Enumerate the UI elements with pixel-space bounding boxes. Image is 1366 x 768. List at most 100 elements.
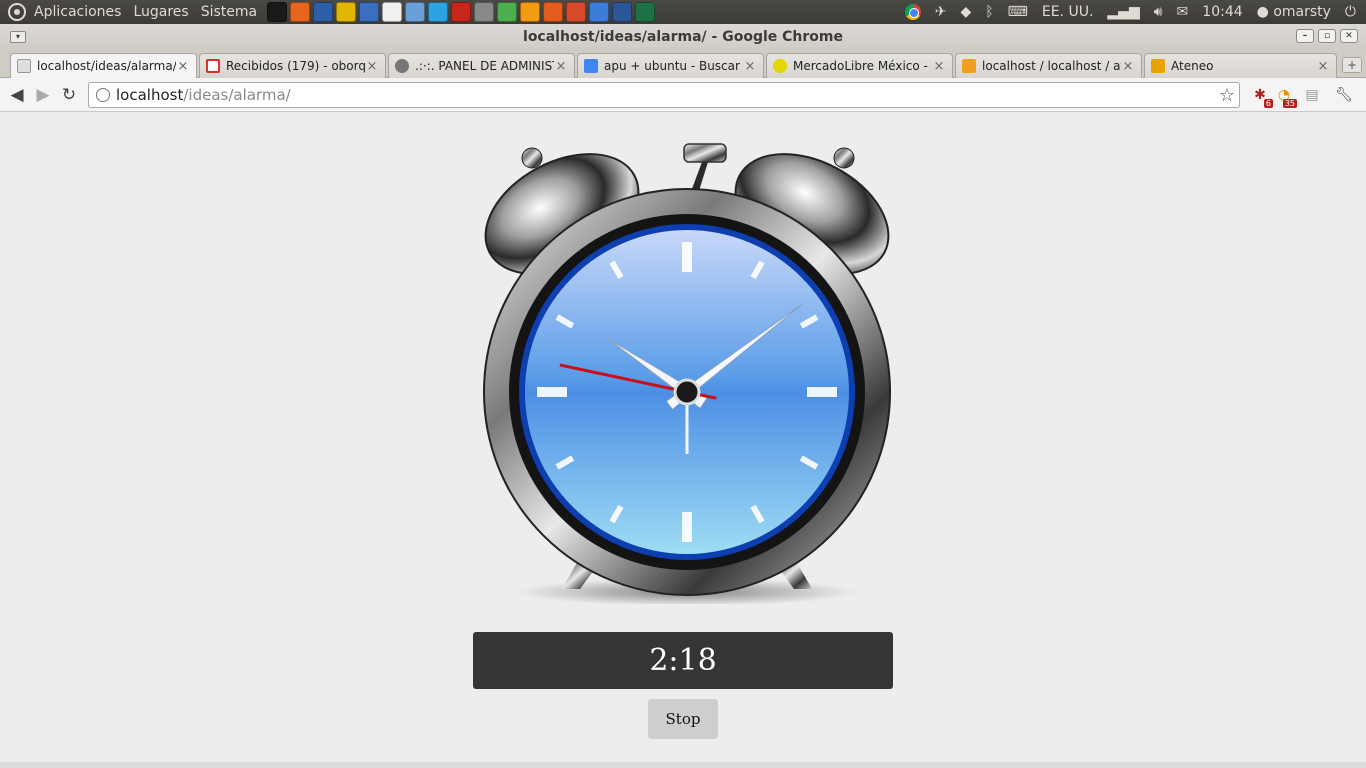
- close-icon[interactable]: ✕: [1340, 29, 1358, 43]
- minimize-icon[interactable]: –: [1296, 29, 1314, 43]
- tab-close-icon[interactable]: ×: [554, 59, 568, 74]
- launcher-app-icon[interactable]: [382, 2, 403, 22]
- clock-top-handle: [683, 143, 727, 194]
- launcher-app-icon[interactable]: [543, 2, 564, 22]
- google-icon: [584, 59, 598, 73]
- panel-icon: [395, 59, 409, 73]
- tab-panel[interactable]: .:·:. PANEL DE ADMINISTR ×: [388, 53, 575, 78]
- window-title: localhost/ideas/alarma/ - Google Chrome: [523, 29, 843, 45]
- chat-icon[interactable]: ▤: [1302, 85, 1322, 105]
- menu-sistema[interactable]: Sistema: [195, 0, 263, 24]
- back-icon[interactable]: ◀: [6, 84, 28, 106]
- tab-close-icon[interactable]: ×: [1316, 59, 1330, 74]
- bookmark-star-icon[interactable]: ☆: [1219, 85, 1235, 106]
- rss-badge: 35: [1282, 99, 1297, 108]
- launcher-app-icon[interactable]: [635, 2, 656, 22]
- launcher-app-icon[interactable]: [313, 2, 334, 22]
- launcher-app-icon[interactable]: [290, 2, 311, 22]
- tab-close-icon[interactable]: ×: [743, 59, 757, 74]
- launcher-app-icon[interactable]: [336, 2, 357, 22]
- new-tab-button[interactable]: +: [1342, 57, 1362, 73]
- globe-icon: [96, 88, 110, 102]
- clock-center-pin: [673, 378, 701, 406]
- maximize-icon[interactable]: ▫: [1318, 29, 1336, 43]
- launcher-app-icon[interactable]: [566, 2, 587, 22]
- stop-button[interactable]: Stop: [648, 699, 718, 739]
- tab-label: localhost/ideas/alarma/: [37, 59, 176, 73]
- rss-icon[interactable]: ◔ 35: [1274, 85, 1297, 108]
- tab-google[interactable]: apu + ubuntu - Buscar cor ×: [577, 53, 764, 78]
- tab-gmail[interactable]: Recibidos (179) - oborque ×: [199, 53, 386, 78]
- tab-strip: localhost/ideas/alarma/ × Recibidos (179…: [0, 50, 1366, 78]
- user-menu[interactable]: ● omarsty: [1257, 4, 1331, 20]
- pin-icon[interactable]: ✈: [935, 4, 947, 20]
- dropbox-icon[interactable]: ◆: [960, 4, 971, 20]
- page-content: 2:18 Stop: [0, 112, 1366, 768]
- launcher-app-icon[interactable]: [520, 2, 541, 22]
- menu-lugares[interactable]: Lugares: [127, 0, 194, 24]
- extension-badge: 6: [1263, 99, 1273, 108]
- tab-label: Recibidos (179) - oborque: [226, 59, 365, 73]
- app-launchers: [267, 2, 656, 22]
- url-host: localhost: [116, 86, 184, 104]
- keyboard-layout[interactable]: EE. UU.: [1042, 4, 1094, 20]
- mercadolibre-icon: [773, 59, 787, 73]
- clock-tick: [537, 387, 567, 397]
- tab-close-icon[interactable]: ×: [365, 59, 379, 74]
- reload-icon[interactable]: ↻: [58, 84, 80, 106]
- page-bottom-border: [0, 762, 1366, 768]
- launcher-app-icon[interactable]: [612, 2, 633, 22]
- address-bar[interactable]: localhost /ideas/alarma/ ☆: [88, 82, 1240, 108]
- launcher-app-icon[interactable]: [428, 2, 449, 22]
- gmail-icon: [206, 59, 220, 73]
- clock-tick: [807, 387, 837, 397]
- system-panel: Aplicaciones Lugares Sistema ✈ ◆ ᛒ ⌨ EE.…: [0, 0, 1366, 24]
- tab-close-icon[interactable]: ×: [932, 59, 946, 74]
- mail-icon[interactable]: ✉: [1177, 4, 1189, 20]
- window-titlebar: ▾ localhost/ideas/alarma/ - Google Chrom…: [0, 24, 1366, 50]
- launcher-app-icon[interactable]: [267, 2, 288, 22]
- tab-alarma[interactable]: localhost/ideas/alarma/ ×: [10, 53, 197, 78]
- launcher-app-icon[interactable]: [497, 2, 518, 22]
- launcher-app-icon[interactable]: [405, 2, 426, 22]
- url-path: /ideas/alarma/: [183, 86, 291, 104]
- panel-clock[interactable]: 10:44: [1202, 4, 1242, 20]
- power-icon[interactable]: ⏻: [1345, 4, 1356, 20]
- alarm-clock-image: [483, 143, 891, 604]
- forward-icon[interactable]: ▶: [32, 84, 54, 106]
- volume-icon[interactable]: 🔊︎: [1154, 4, 1163, 20]
- tab-ateneo[interactable]: Ateneo ×: [1144, 53, 1337, 78]
- tab-label: localhost / localhost / ate: [982, 59, 1121, 73]
- ateneo-icon: [1151, 59, 1165, 73]
- window-menu-icon[interactable]: ▾: [10, 31, 26, 43]
- tab-label: MercadoLibre México - D: [793, 59, 932, 73]
- tab-label: .:·:. PANEL DE ADMINISTR: [415, 59, 554, 73]
- launcher-app-icon[interactable]: [451, 2, 472, 22]
- keyboard-icon[interactable]: ⌨: [1008, 4, 1028, 20]
- bluetooth-icon[interactable]: ᛒ: [985, 4, 993, 20]
- clock-tick: [682, 242, 692, 272]
- user-name: omarsty: [1273, 4, 1331, 20]
- tab-close-icon[interactable]: ×: [1121, 59, 1135, 74]
- clock-tick: [682, 512, 692, 542]
- network-icon[interactable]: ▂▄▆: [1107, 4, 1139, 20]
- launcher-app-icon[interactable]: [474, 2, 495, 22]
- tab-mercadolibre[interactable]: MercadoLibre México - D ×: [766, 53, 953, 78]
- tab-label: apu + ubuntu - Buscar cor: [604, 59, 743, 73]
- phpmyadmin-icon: [962, 59, 976, 73]
- page-icon: [17, 59, 31, 73]
- system-tray: ✈ ◆ ᛒ ⌨ EE. UU. ▂▄▆ 🔊︎ ✉ 10:44 ● omarsty…: [904, 4, 1366, 20]
- launcher-app-icon[interactable]: [359, 2, 380, 22]
- browser-toolbar: ◀ ▶ ↻ localhost /ideas/alarma/ ☆ ✱ 6 ◔ 35 …: [0, 78, 1366, 112]
- wrench-icon[interactable]: 🔧︎: [1334, 85, 1354, 105]
- menu-aplicaciones[interactable]: Aplicaciones: [28, 0, 127, 24]
- alarm-countdown-display: 2:18: [473, 632, 893, 689]
- extension-icon[interactable]: ✱ 6: [1250, 85, 1273, 108]
- tab-close-icon[interactable]: ×: [176, 59, 190, 74]
- tab-phpmyadmin[interactable]: localhost / localhost / ate ×: [955, 53, 1142, 78]
- window-controls: – ▫ ✕: [1296, 29, 1358, 43]
- tab-label: Ateneo: [1171, 59, 1214, 73]
- ubuntu-logo-icon[interactable]: [8, 3, 26, 21]
- launcher-app-icon[interactable]: [589, 2, 610, 22]
- chrome-tray-icon[interactable]: [904, 4, 921, 20]
